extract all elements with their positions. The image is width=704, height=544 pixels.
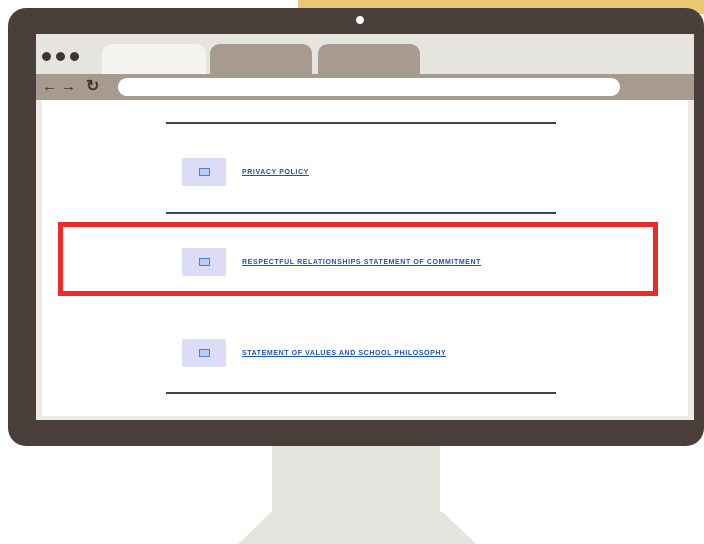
statement-of-values-link[interactable]: STATEMENT OF VALUES AND SCHOOL PHILOSOPH…	[242, 350, 446, 357]
arrow-right-icon[interactable]: →	[61, 77, 76, 97]
reload-icon[interactable]: ↻	[86, 77, 99, 97]
document-icon[interactable]	[182, 339, 226, 367]
monitor-stand-neck	[272, 446, 440, 512]
window-dot-2[interactable]	[56, 52, 65, 61]
tab-2[interactable]	[210, 44, 312, 74]
privacy-policy-link[interactable]: PRIVACY POLICY	[242, 169, 309, 176]
divider	[166, 392, 556, 394]
tab-3[interactable]	[318, 44, 420, 74]
highlight-box	[58, 222, 658, 296]
window-dot-3[interactable]	[70, 52, 79, 61]
divider	[166, 122, 556, 124]
window-dot-1[interactable]	[42, 52, 51, 61]
navigation-bar: ← → ↻	[36, 74, 694, 100]
address-bar[interactable]	[118, 78, 620, 96]
document-row-privacy-policy: PRIVACY POLICY	[182, 157, 309, 187]
window-controls	[42, 52, 79, 61]
document-glyph	[198, 349, 210, 357]
document-row-statement-of-values: STATEMENT OF VALUES AND SCHOOL PHILOSOPH…	[182, 338, 446, 368]
webcam-dot	[356, 16, 364, 24]
document-icon[interactable]	[182, 158, 226, 186]
monitor-stand-base	[238, 512, 476, 544]
tab-active[interactable]	[102, 44, 206, 74]
document-glyph	[198, 168, 210, 176]
tab-bar	[36, 34, 694, 74]
arrow-left-icon[interactable]: ←	[42, 77, 57, 97]
divider	[166, 212, 556, 214]
